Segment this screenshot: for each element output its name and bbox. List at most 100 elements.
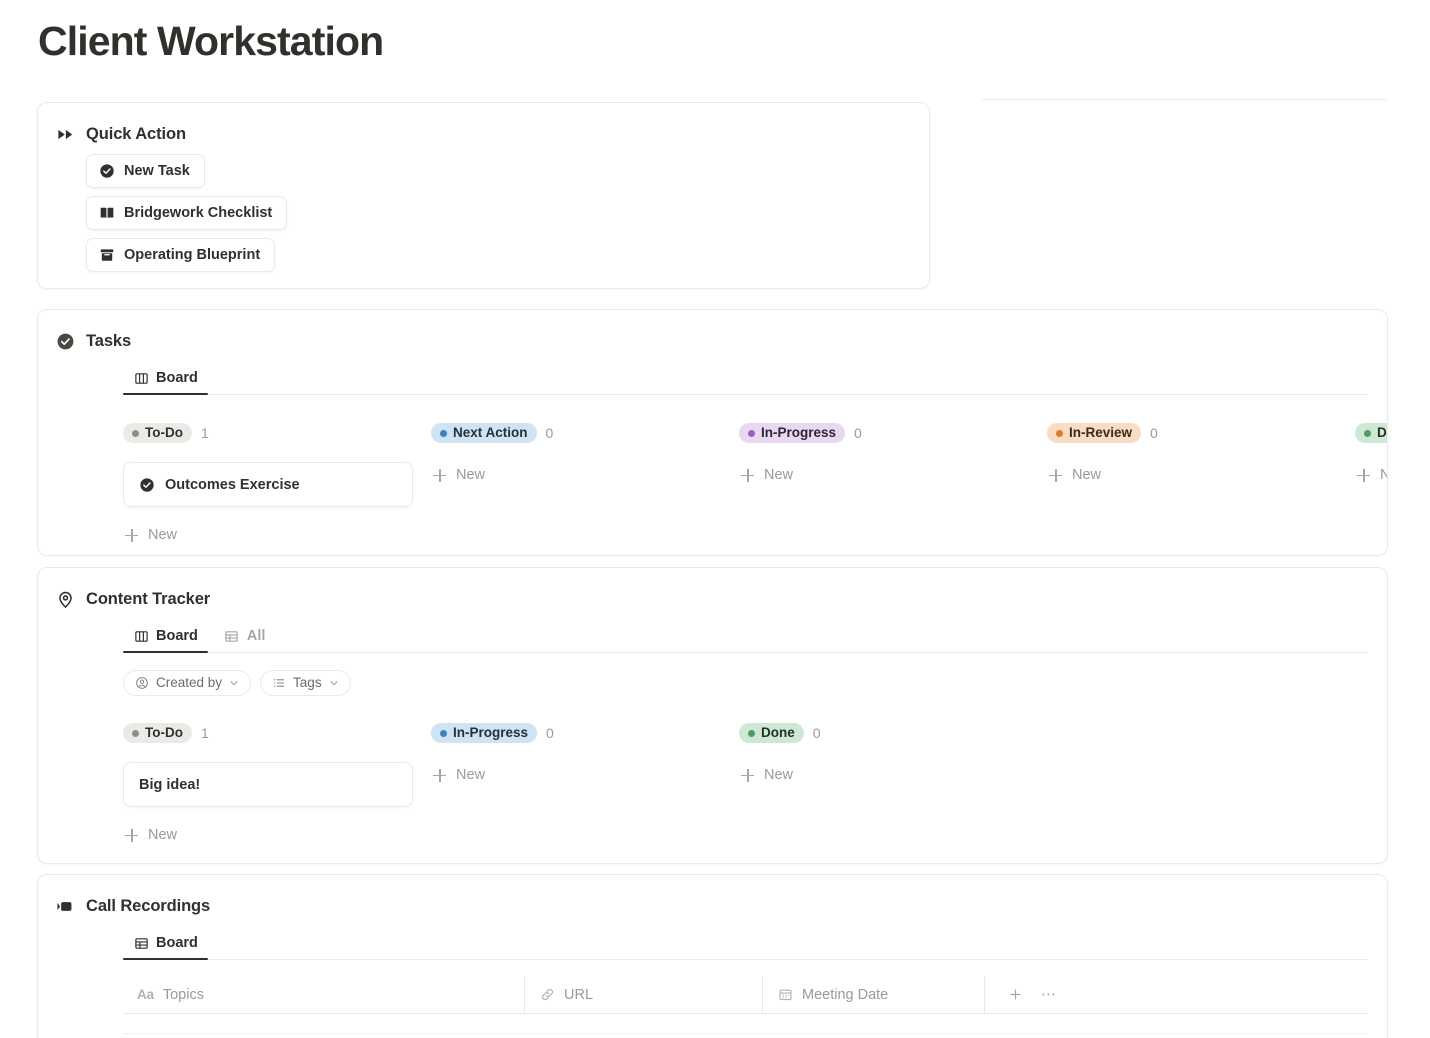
more-horizontal-icon[interactable]: ⋯ [1041,987,1057,1003]
add-card-button[interactable]: New [123,527,431,543]
table-column-topics-label: Topics [162,986,204,1003]
call-recordings-view-tabs: Board [123,928,1387,960]
add-card-label: New [456,467,486,483]
board-card[interactable]: Outcomes Exercise [123,462,413,507]
status-badge: In-Progress [431,723,538,743]
status-label: To-Do [145,425,183,441]
open-book-icon [99,205,115,221]
status-dot [748,729,755,737]
bridgework-checklist-button[interactable]: Bridgework Checklist [86,196,288,230]
tasks-header: Tasks [38,310,1387,351]
column-count: 0 [854,425,862,441]
board-card-title: Big idea! [139,776,201,793]
table-view-icon [133,935,149,951]
operating-blueprint-label: Operating Blueprint [124,246,261,263]
board-card-title: Outcomes Exercise [165,476,300,493]
video-camera-icon [55,896,75,916]
add-card-label: New [764,467,794,483]
status-label: In-Progress [453,725,529,741]
status-label: Done [1377,425,1387,441]
column-count: 0 [546,725,554,741]
tab-tasks-board[interactable]: Board [123,367,208,395]
add-card-button[interactable]: New [739,767,1047,783]
filter-tags[interactable]: Tags [260,670,351,696]
tabs-rule [208,959,1368,960]
table-column-url[interactable]: URL [525,976,763,1013]
add-card-button[interactable]: New [123,827,431,843]
tabs-rule [208,394,1368,395]
column-header[interactable]: Done [1355,421,1387,445]
column-count: 0 [1150,425,1158,441]
content-tracker-view-tabs: Board All [123,621,1387,653]
add-column-button[interactable] [1007,987,1023,1003]
status-badge: In-Review [1047,423,1142,443]
call-recordings-database-card: Call Recordings Board Aa Topics URL Meet… [37,874,1388,1038]
board-column-in-progress: In-Progress 0 New [739,421,1047,556]
new-task-button[interactable]: New Task [86,154,205,188]
column-header[interactable]: In-Progress 0 [431,721,739,745]
board-view-icon [133,370,149,386]
filter-tags-label: Tags [293,675,322,691]
tab-content-all[interactable]: All [214,625,276,653]
tasks-board: To-Do 1 Outcomes Exercise New Next Actio… [123,421,1387,556]
board-column-in-progress: In-Progress 0 New [431,721,739,861]
filter-created-by-label: Created by [156,675,223,691]
column-header[interactable]: In-Review 0 [1047,421,1355,445]
list-icon [272,676,286,690]
board-card[interactable]: Big idea! [123,762,413,807]
column-count: 1 [200,425,209,441]
filter-created-by[interactable]: Created by [123,670,252,696]
board-column-next-action: Next Action 0 New [431,421,739,556]
status-label: Done [761,725,795,741]
status-dot [748,429,755,437]
call-recordings-header: Call Recordings [38,875,1387,916]
table-body [123,1014,1368,1034]
board-column-in-review: In-Review 0 New [1047,421,1355,556]
table-column-meeting-date[interactable]: Meeting Date [763,976,985,1013]
operating-blueprint-button[interactable]: Operating Blueprint [86,238,276,272]
table-column-url-label: URL [564,986,594,1003]
tab-calls-board[interactable]: Board [123,932,208,960]
status-label: Next Action [453,425,528,441]
add-card-button[interactable]: New [431,467,739,483]
tab-content-board[interactable]: Board [123,625,208,653]
add-card-button[interactable]: New [1355,467,1387,483]
add-card-label: New [1072,467,1102,483]
aa-text-icon: Aa [137,987,154,1002]
table-header-row: Aa Topics URL Meeting Date ⋯ [123,976,1368,1014]
column-header[interactable]: To-Do 1 [123,421,431,445]
panel-top-divider [982,99,1387,100]
add-card-button[interactable]: New [431,767,739,783]
table-header-actions: ⋯ [985,976,1368,1013]
content-tracker-filters: Created by Tags [123,670,1387,696]
column-header[interactable]: In-Progress 0 [739,421,1047,445]
add-card-button[interactable]: New [739,467,1047,483]
call-recordings-title: Call Recordings [86,896,211,915]
tab-calls-board-label: Board [156,934,198,951]
board-view-icon [133,628,149,644]
check-circle-icon [139,477,155,493]
column-header[interactable]: Next Action 0 [431,421,739,445]
bridgework-checklist-label: Bridgework Checklist [124,204,273,221]
status-dot [440,429,447,437]
plus-icon [125,528,138,542]
content-tracker-title: Content Tracker [86,589,211,608]
column-count: 0 [545,425,554,441]
table-column-topics[interactable]: Aa Topics [123,976,525,1013]
plus-icon [433,468,446,482]
tasks-view-tabs: Board [123,363,1387,395]
column-header[interactable]: Done 0 [739,721,1047,745]
plus-icon [433,768,446,782]
plus-icon [125,828,138,842]
add-card-button[interactable]: New [1047,467,1355,483]
status-dot [132,429,139,437]
status-dot [132,729,139,737]
column-header[interactable]: To-Do 1 [123,721,431,745]
quick-action-header: Quick Action [38,103,929,144]
status-dot [1364,429,1371,437]
board-column-todo: To-Do 1 Big idea! New [123,721,431,861]
app-root: Client Workstation Quick Action New Task… [0,0,1430,1038]
call-recordings-table: Aa Topics URL Meeting Date ⋯ [123,976,1368,1034]
table-column-meeting-date-label: Meeting Date [802,986,889,1003]
content-tracker-board: To-Do 1 Big idea! New In-Progress 0 New … [123,721,1387,861]
